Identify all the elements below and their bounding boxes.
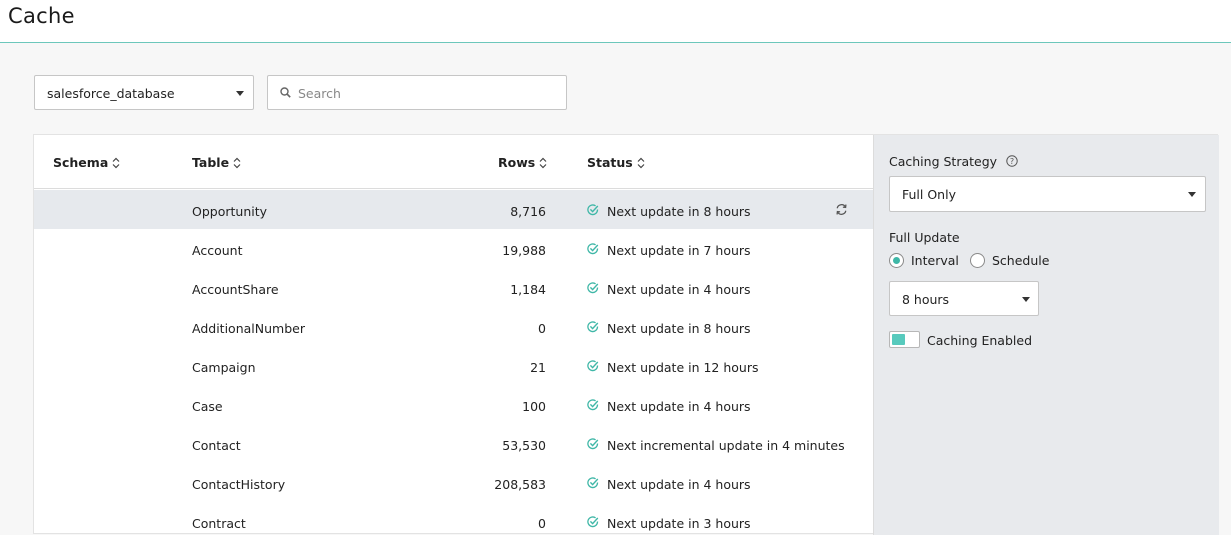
- column-header-schema-label: Schema: [53, 155, 109, 170]
- column-header-rows[interactable]: Rows: [498, 155, 547, 170]
- row-count: 53,530: [502, 438, 546, 453]
- caching-strategy-label-text: Caching Strategy: [889, 154, 998, 169]
- chevron-down-icon: [236, 91, 244, 96]
- status-cell: Next update in 7 hours: [587, 242, 751, 258]
- check-circle-icon: [587, 476, 599, 488]
- status-cell: Next update in 4 hours: [587, 281, 751, 297]
- sort-icon: [539, 157, 547, 168]
- sort-icon: [233, 157, 241, 168]
- status-text: Next update in 4 hours: [607, 399, 751, 414]
- status-cell: Next update in 3 hours: [587, 515, 751, 531]
- table-row[interactable]: Contact 53,530 Next incremental update i…: [34, 424, 873, 463]
- row-count: 0: [538, 516, 546, 531]
- status-text: Next update in 8 hours: [607, 204, 751, 219]
- status-cell: Next update in 4 hours: [587, 398, 751, 414]
- search-input[interactable]: [298, 84, 553, 102]
- table-row[interactable]: Contract 0 Next update in 3 hours: [34, 502, 873, 535]
- svg-text:?: ?: [1010, 157, 1014, 166]
- table-name: ContactHistory: [192, 477, 286, 492]
- table-name: Campaign: [192, 360, 256, 375]
- radio-interval[interactable]: Interval: [889, 253, 959, 268]
- table-name: AccountShare: [192, 282, 279, 297]
- table-row[interactable]: Opportunity 8,716 Next update in 8 hours: [34, 190, 873, 229]
- cache-panel: Schema Table Rows Status Opportunity 8,7…: [33, 134, 1219, 535]
- table-row[interactable]: Campaign 21 Next update in 12 hours: [34, 346, 873, 385]
- check-circle-icon: [587, 515, 599, 527]
- radio-interval-label: Interval: [911, 253, 959, 268]
- settings-panel: Caching Strategy ? Full Only Full Update…: [873, 135, 1219, 535]
- status-text: Next update in 4 hours: [607, 477, 751, 492]
- table-name: Account: [192, 243, 243, 258]
- status-text: Next update in 7 hours: [607, 243, 751, 258]
- sort-icon: [637, 157, 645, 168]
- row-count: 19,988: [502, 243, 546, 258]
- status-cell: Next update in 8 hours: [587, 203, 751, 219]
- caching-strategy-value: Full Only: [902, 187, 956, 202]
- page-title: Cache: [8, 4, 75, 28]
- interval-value: 8 hours: [902, 292, 950, 307]
- check-circle-icon: [587, 437, 599, 449]
- status-text: Next update in 12 hours: [607, 360, 759, 375]
- table-name: Case: [192, 399, 223, 414]
- table-row[interactable]: AdditionalNumber 0 Next update in 8 hour…: [34, 307, 873, 346]
- table-header: Schema Table Rows Status: [34, 135, 873, 189]
- search-icon: [280, 87, 291, 98]
- caching-enabled-toggle[interactable]: [889, 331, 920, 348]
- status-text: Next incremental update in 4 minutes: [607, 438, 845, 453]
- row-count: 8,716: [510, 204, 546, 219]
- caching-strategy-label: Caching Strategy ?: [889, 154, 1018, 169]
- status-cell: Next update in 4 hours: [587, 476, 751, 492]
- radio-schedule[interactable]: Schedule: [970, 253, 1049, 268]
- check-circle-icon: [587, 320, 599, 332]
- radio-unselected-icon: [970, 253, 985, 268]
- row-count: 0: [538, 321, 546, 336]
- help-icon[interactable]: ?: [1006, 155, 1018, 167]
- check-circle-icon: [587, 398, 599, 410]
- table-row[interactable]: AccountShare 1,184 Next update in 4 hour…: [34, 268, 873, 307]
- column-header-status[interactable]: Status: [587, 155, 645, 170]
- toggle-knob: [892, 334, 905, 345]
- sort-icon: [112, 157, 120, 168]
- column-header-status-label: Status: [587, 155, 633, 170]
- search-box[interactable]: [267, 75, 567, 110]
- interval-select[interactable]: 8 hours: [889, 281, 1039, 316]
- chevron-down-icon: [1022, 297, 1030, 302]
- status-cell: Next update in 8 hours: [587, 320, 751, 336]
- database-select-value: salesforce_database: [47, 86, 175, 101]
- full-update-label: Full Update: [889, 230, 960, 245]
- refresh-icon[interactable]: [835, 203, 848, 216]
- database-select[interactable]: salesforce_database: [34, 75, 254, 110]
- status-text: Next update in 3 hours: [607, 516, 751, 531]
- table-name: AdditionalNumber: [192, 321, 305, 336]
- table-row[interactable]: Account 19,988 Next update in 7 hours: [34, 229, 873, 268]
- radio-selected-icon: [889, 253, 904, 268]
- table-row[interactable]: ContactHistory 208,583 Next update in 4 …: [34, 463, 873, 502]
- top-bar: Cache: [0, 0, 1231, 43]
- status-cell: Next incremental update in 4 minutes: [587, 437, 845, 453]
- check-circle-icon: [587, 203, 599, 215]
- table-name: Contract: [192, 516, 246, 531]
- row-count: 100: [522, 399, 546, 414]
- column-header-table-label: Table: [192, 155, 230, 170]
- caching-strategy-select[interactable]: Full Only: [889, 176, 1206, 212]
- status-cell: Next update in 12 hours: [587, 359, 759, 375]
- table-name: Opportunity: [192, 204, 268, 219]
- caching-enabled-label: Caching Enabled: [927, 333, 1032, 348]
- column-header-rows-label: Rows: [498, 155, 536, 170]
- status-text: Next update in 8 hours: [607, 321, 751, 336]
- check-circle-icon: [587, 359, 599, 371]
- status-text: Next update in 4 hours: [607, 282, 751, 297]
- column-header-table[interactable]: Table: [192, 155, 241, 170]
- check-circle-icon: [587, 281, 599, 293]
- row-count: 1,184: [510, 282, 546, 297]
- tables-list: Schema Table Rows Status Opportunity 8,7…: [34, 135, 873, 535]
- check-circle-icon: [587, 242, 599, 254]
- row-count: 208,583: [494, 477, 546, 492]
- radio-schedule-label: Schedule: [992, 253, 1050, 268]
- column-header-schema[interactable]: Schema: [53, 155, 120, 170]
- chevron-down-icon: [1188, 192, 1196, 197]
- row-count: 21: [530, 360, 546, 375]
- table-name: Contact: [192, 438, 241, 453]
- table-row[interactable]: Case 100 Next update in 4 hours: [34, 385, 873, 424]
